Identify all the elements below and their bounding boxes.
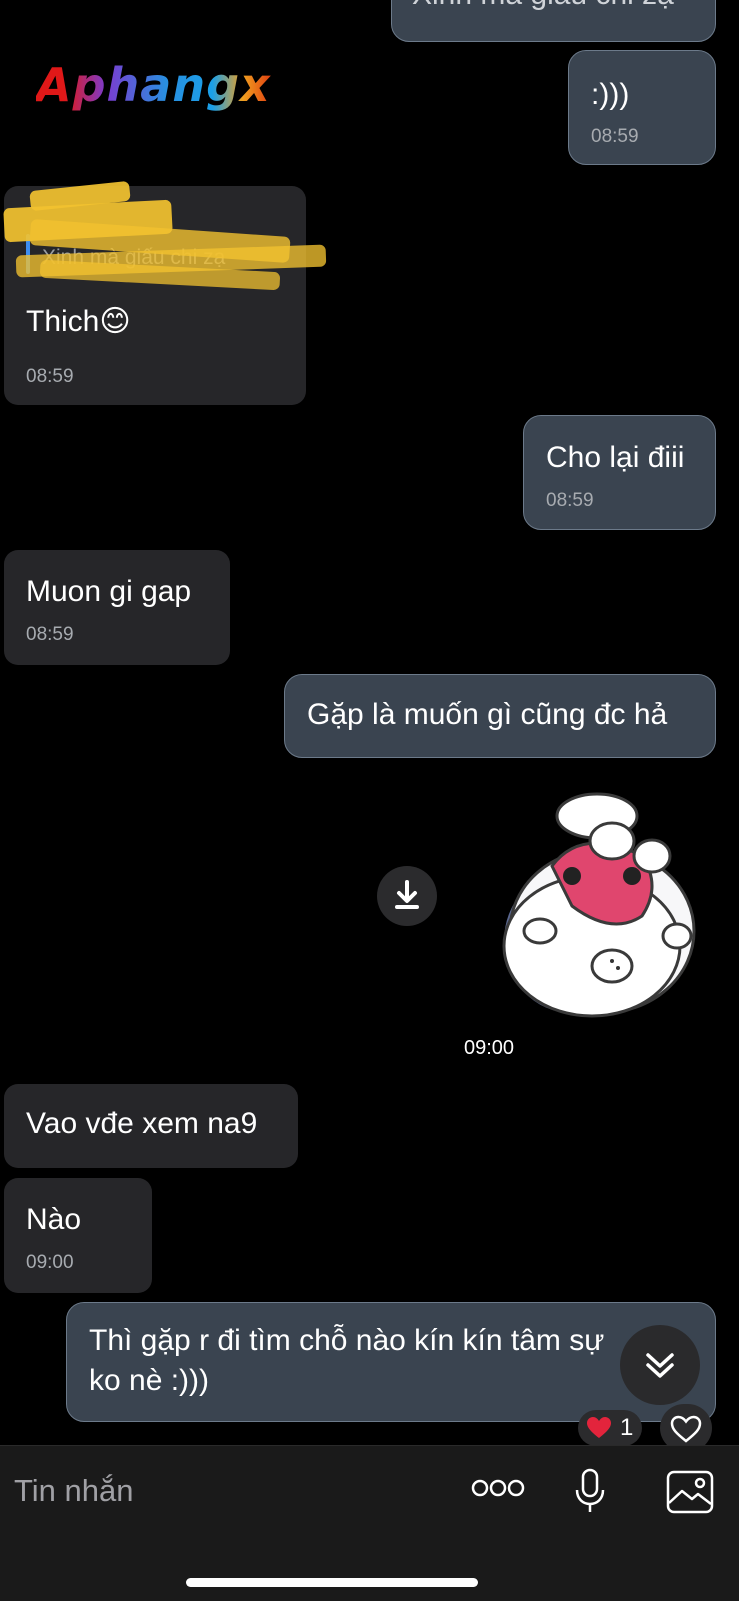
message-bubble-incoming[interactable]: Muon gi gap 08:59 bbox=[4, 550, 230, 665]
message-text: Vao vđe xem na9 bbox=[26, 1107, 258, 1140]
smile-emoji-icon: 😊 bbox=[99, 305, 131, 338]
scroll-to-bottom-button[interactable] bbox=[620, 1325, 700, 1405]
message-text-line2: ko nè :))) bbox=[89, 1364, 210, 1397]
composer-bar: Tin nhắn bbox=[0, 1445, 739, 1601]
more-icon[interactable] bbox=[470, 1476, 526, 1500]
message-text: Thich😊 bbox=[26, 304, 131, 340]
message-text: Cho lại điii bbox=[546, 441, 685, 474]
message-bubble-incoming[interactable]: Vao vđe xem na9 bbox=[4, 1084, 298, 1168]
message-text-line1: Thì gặp r đi tìm chỗ nào kín kín tâm sự bbox=[89, 1324, 605, 1357]
message-text: Muon gi gap bbox=[26, 575, 192, 608]
download-button[interactable] bbox=[377, 866, 437, 926]
message-input[interactable]: Tin nhắn bbox=[14, 1473, 134, 1509]
sticker-time: 09:00 bbox=[464, 1037, 515, 1059]
message-bubble-outgoing[interactable]: Cho lại điii 08:59 bbox=[523, 415, 716, 530]
message-text: :))) bbox=[591, 78, 630, 111]
message-bubble-outgoing[interactable]: Gặp là muốn gì cũng đc hả bbox=[284, 674, 716, 758]
double-chevron-down-icon bbox=[646, 1353, 674, 1378]
message-time: 08:59 bbox=[26, 366, 74, 387]
sticker-image[interactable] bbox=[462, 786, 712, 1026]
message-time: 09:00 bbox=[26, 1252, 74, 1273]
message-bubble-incoming[interactable]: Nào 09:00 bbox=[4, 1178, 152, 1293]
message-time: 08:59 bbox=[26, 624, 74, 645]
message-bubble-partial[interactable]: Xinh mà giấu chi zạ bbox=[391, 0, 716, 42]
message-bubble-outgoing[interactable]: Thì gặp r đi tìm chỗ nào kín kín tâm sự … bbox=[66, 1302, 716, 1422]
message-time: 08:59 bbox=[591, 126, 639, 147]
message-text: Xinh mà giấu chi zạ bbox=[412, 0, 674, 13]
message-text: Nào bbox=[26, 1203, 82, 1236]
message-bubble-outgoing[interactable]: :))) 08:59 bbox=[568, 50, 716, 165]
microphone-icon[interactable] bbox=[572, 1468, 608, 1516]
heart-icon bbox=[587, 1417, 611, 1438]
message-text: Gặp là muốn gì cũng đc hả bbox=[307, 698, 668, 731]
message-text-body: Thich bbox=[26, 305, 100, 338]
seal-sticker-icon bbox=[502, 792, 696, 1018]
reaction-badge[interactable]: 1 bbox=[578, 1410, 642, 1446]
image-icon[interactable] bbox=[666, 1470, 714, 1514]
watermark-logo: Aphangx bbox=[36, 58, 271, 112]
download-icon bbox=[395, 880, 419, 909]
message-time: 08:59 bbox=[546, 490, 594, 511]
reaction-count: 1 bbox=[620, 1414, 634, 1441]
home-indicator bbox=[186, 1578, 478, 1587]
